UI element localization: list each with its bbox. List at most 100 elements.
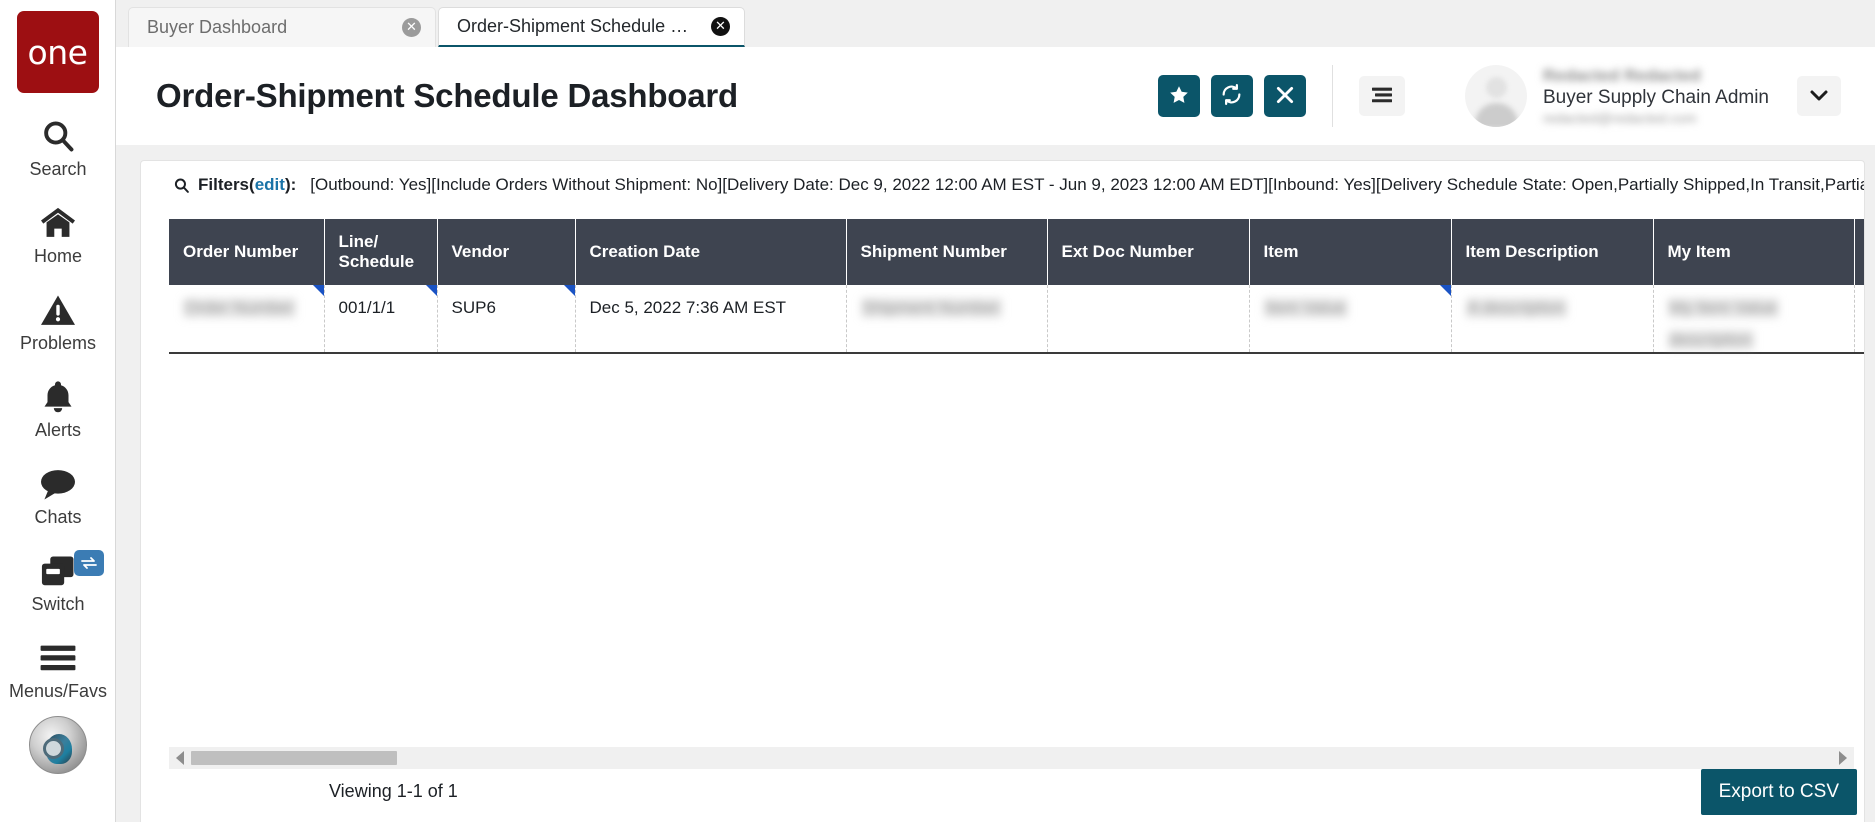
cell-ext-doc-number[interactable]	[1047, 285, 1250, 354]
column-header-creation-date[interactable]: Creation Date	[575, 219, 847, 285]
user-profile[interactable]: Redacted Redacted Buyer Supply Chain Adm…	[1464, 65, 1769, 128]
cell-item-description[interactable]: A description	[1451, 285, 1654, 354]
sidebar-item-menus-favs[interactable]: Menus/Favs	[0, 637, 115, 702]
filters-edit-link[interactable]: edit	[255, 175, 285, 195]
table-head: Order Number Line/Schedule Vendor Creati…	[169, 219, 1864, 285]
column-header-shipment-number[interactable]: Shipment Number	[846, 219, 1048, 285]
chevron-down-icon	[1809, 88, 1829, 105]
viewing-count: Viewing 1-1 of 1	[329, 781, 458, 801]
tab-bar: Buyer Dashboard ✕ Order-Shipment Schedul…	[116, 0, 1875, 47]
brand-logo-text: one	[27, 32, 88, 72]
cell-shipment-number[interactable]: Shipment Number	[846, 285, 1048, 354]
main-area: Buyer Dashboard ✕ Order-Shipment Schedul…	[116, 0, 1875, 822]
horizontal-scrollbar[interactable]	[169, 747, 1854, 769]
refresh-button[interactable]	[1210, 75, 1253, 117]
cell-line-schedule[interactable]: 001/1/1	[324, 285, 438, 354]
sidebar-item-label: Chats	[34, 507, 82, 527]
avatar	[1464, 65, 1527, 127]
tab-label: Buyer Dashboard	[147, 17, 288, 37]
sidebar-item-label: Switch	[31, 594, 85, 614]
close-button[interactable]	[1263, 75, 1306, 117]
header-action-buttons	[1157, 75, 1306, 117]
switch-icon	[39, 550, 77, 592]
swap-arrows-icon[interactable]	[74, 550, 104, 576]
tab-order-shipment-schedule-dashboard[interactable]: Order-Shipment Schedule Dashb... ✕	[438, 7, 745, 47]
cell-marker-icon	[312, 285, 324, 296]
sidebar-item-chats[interactable]: Chats	[0, 463, 115, 528]
export-to-csv-button[interactable]: Export to CSV	[1700, 769, 1857, 815]
chevron-left-icon[interactable]	[169, 747, 191, 769]
cell-value: A description	[1465, 298, 1567, 318]
cell-value: 001/1/1	[338, 298, 396, 317]
table-header-row: Order Number Line/Schedule Vendor Creati…	[169, 219, 1864, 285]
refresh-icon	[1220, 83, 1243, 109]
search-icon	[40, 115, 76, 157]
table-row[interactable]: Order Number 001/1/1 SUP6 Dec 5, 2022 7:…	[169, 285, 1864, 354]
filters-bar: Filters ( edit ): [Outbound: Yes][Includ…	[141, 161, 1864, 205]
left-sidebar: one Search Home Problems Alerts Chats Sw…	[0, 0, 116, 822]
user-name: Redacted Redacted	[1542, 65, 1701, 85]
brand-logo[interactable]: one	[16, 11, 99, 93]
tab-buyer-dashboard[interactable]: Buyer Dashboard ✕	[128, 7, 436, 47]
problems-icon	[39, 289, 77, 331]
sidebar-item-label: Search	[29, 159, 87, 179]
sidebar-item-label: Problems	[19, 333, 97, 353]
cell-creation-date[interactable]: Dec 5, 2022 7:36 AM EST	[575, 285, 847, 354]
user-role: Buyer Supply Chain Admin	[1542, 87, 1769, 108]
cell-value: Order Number	[183, 298, 296, 318]
sidebar-item-problems[interactable]: Problems	[0, 289, 115, 354]
cell-value: My Item Value	[1667, 298, 1779, 318]
app-root: one Search Home Problems Alerts Chats Sw…	[0, 0, 1875, 822]
column-header-order-state[interactable]: Ord	[1854, 219, 1864, 285]
column-header-item[interactable]: Item	[1249, 219, 1452, 285]
sidebar-item-alerts[interactable]: Alerts	[0, 376, 115, 441]
sidebar-item-home[interactable]: Home	[0, 202, 115, 267]
cell-vendor[interactable]: SUP6	[437, 285, 576, 354]
cell-value: Dec 5, 2022 7:36 AM EST	[589, 298, 787, 317]
column-header-vendor[interactable]: Vendor	[437, 219, 576, 285]
data-table: Order Number Line/Schedule Vendor Creati…	[169, 219, 1864, 354]
cell-marker-icon	[425, 285, 437, 296]
cell-item[interactable]: Item Value	[1249, 285, 1452, 354]
scrollbar-thumb[interactable]	[191, 751, 397, 765]
favorite-button[interactable]	[1157, 75, 1200, 117]
alerts-icon	[41, 376, 75, 418]
hamburger-icon	[1370, 86, 1394, 107]
page-title: Order-Shipment Schedule Dashboard	[156, 77, 739, 114]
filters-label: Filters	[198, 175, 250, 194]
cell-value: Shipment Number	[860, 298, 1002, 318]
sidebar-item-label: Home	[33, 246, 82, 266]
user-email: redacted@redacted.com	[1542, 109, 1697, 126]
column-header-line-schedule[interactable]: Line/Schedule	[324, 219, 438, 285]
hamburger-icon	[39, 637, 77, 679]
scrollbar-track[interactable]	[191, 751, 1832, 765]
cell-order-state[interactable]: Op	[1854, 285, 1864, 354]
close-circle-icon[interactable]: ✕	[402, 18, 421, 37]
cell-order-number[interactable]: Order Number	[169, 285, 325, 354]
page-menu-button[interactable]	[1358, 76, 1405, 116]
column-header-order-number[interactable]: Order Number	[169, 219, 325, 285]
assistant-bot-avatar[interactable]	[28, 716, 87, 774]
sidebar-item-search[interactable]: Search	[0, 115, 115, 180]
cell-marker-icon	[1439, 285, 1451, 296]
chats-icon	[39, 463, 77, 505]
cell-value: SUP6	[451, 298, 496, 317]
column-header-ext-doc-number[interactable]: Ext Doc Number	[1047, 219, 1250, 285]
cell-value: Item Value	[1263, 298, 1348, 318]
cell-my-item[interactable]: My Item Value description	[1653, 285, 1855, 354]
table-footer: Viewing 1-1 of 1 Export to CSV	[141, 769, 1864, 822]
cell-value-secondary: description	[1667, 330, 1754, 350]
column-header-item-description[interactable]: Item Description	[1451, 219, 1654, 285]
user-menu-toggle[interactable]	[1797, 76, 1841, 116]
content-card: Filters ( edit ): [Outbound: Yes][Includ…	[140, 160, 1865, 822]
close-circle-icon[interactable]: ✕	[711, 17, 730, 36]
sidebar-item-label: Menus/Favs	[8, 681, 108, 701]
tab-label: Order-Shipment Schedule Dashb...	[457, 16, 701, 36]
header-divider	[1331, 65, 1333, 127]
sidebar-item-switch[interactable]: Switch	[0, 550, 115, 615]
chevron-right-icon[interactable]	[1832, 747, 1854, 769]
column-header-line-schedule-label: Line/Schedule	[338, 232, 415, 271]
filters-paren-close: ):	[284, 175, 297, 194]
column-header-my-item[interactable]: My Item	[1653, 219, 1855, 285]
star-icon	[1168, 84, 1190, 109]
